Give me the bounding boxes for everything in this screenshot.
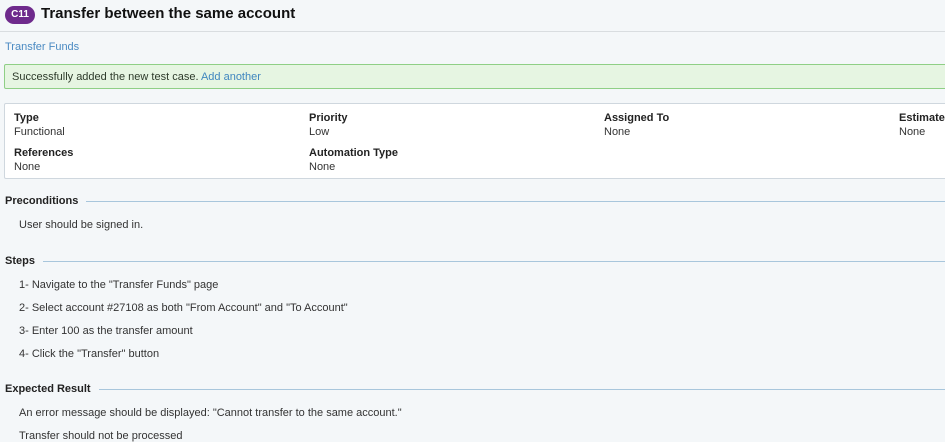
add-another-link[interactable]: Add another bbox=[201, 71, 261, 83]
priority-value: Low bbox=[309, 126, 330, 138]
expected-result-heading: Expected Result bbox=[5, 383, 99, 395]
estimate-label: Estimate bbox=[899, 112, 945, 124]
expected-result-item: Transfer should not be processed bbox=[19, 430, 183, 442]
step-item: 1- Navigate to the "Transfer Funds" page bbox=[19, 279, 219, 291]
success-message-text: Successfully added the new test case. bbox=[12, 71, 199, 83]
preconditions-heading: Preconditions bbox=[5, 195, 87, 207]
preconditions-divider bbox=[80, 201, 945, 202]
page-header: C11 Transfer between the same account bbox=[0, 0, 945, 32]
case-details-panel: Type Functional Priority Low Assigned To… bbox=[4, 103, 945, 179]
breadcrumb-link[interactable]: Transfer Funds bbox=[5, 41, 79, 53]
assigned-to-value: None bbox=[604, 126, 631, 138]
case-id-badge: C11 bbox=[5, 6, 35, 24]
references-value: None bbox=[14, 161, 41, 173]
step-item: 4- Click the "Transfer" button bbox=[19, 348, 160, 360]
expected-result-divider bbox=[92, 389, 945, 390]
estimate-value: None bbox=[899, 126, 926, 138]
type-value: Functional bbox=[14, 126, 65, 138]
step-item: 3- Enter 100 as the transfer amount bbox=[19, 325, 193, 337]
references-label: References bbox=[14, 147, 74, 159]
expected-result-item: An error message should be displayed: "C… bbox=[19, 407, 402, 419]
page-title: Transfer between the same account bbox=[41, 5, 296, 22]
priority-label: Priority bbox=[309, 112, 348, 124]
preconditions-text: User should be signed in. bbox=[19, 219, 144, 231]
automation-type-label: Automation Type bbox=[309, 147, 399, 159]
step-item: 2- Select account #27108 as both "From A… bbox=[19, 302, 348, 314]
steps-heading: Steps bbox=[5, 255, 43, 267]
assigned-to-label: Assigned To bbox=[604, 112, 670, 124]
success-message: Successfully added the new test case. Ad… bbox=[12, 71, 261, 83]
type-label: Type bbox=[14, 112, 39, 124]
success-banner: Successfully added the new test case. Ad… bbox=[4, 64, 945, 89]
steps-divider bbox=[40, 261, 945, 262]
automation-type-value: None bbox=[309, 161, 336, 173]
